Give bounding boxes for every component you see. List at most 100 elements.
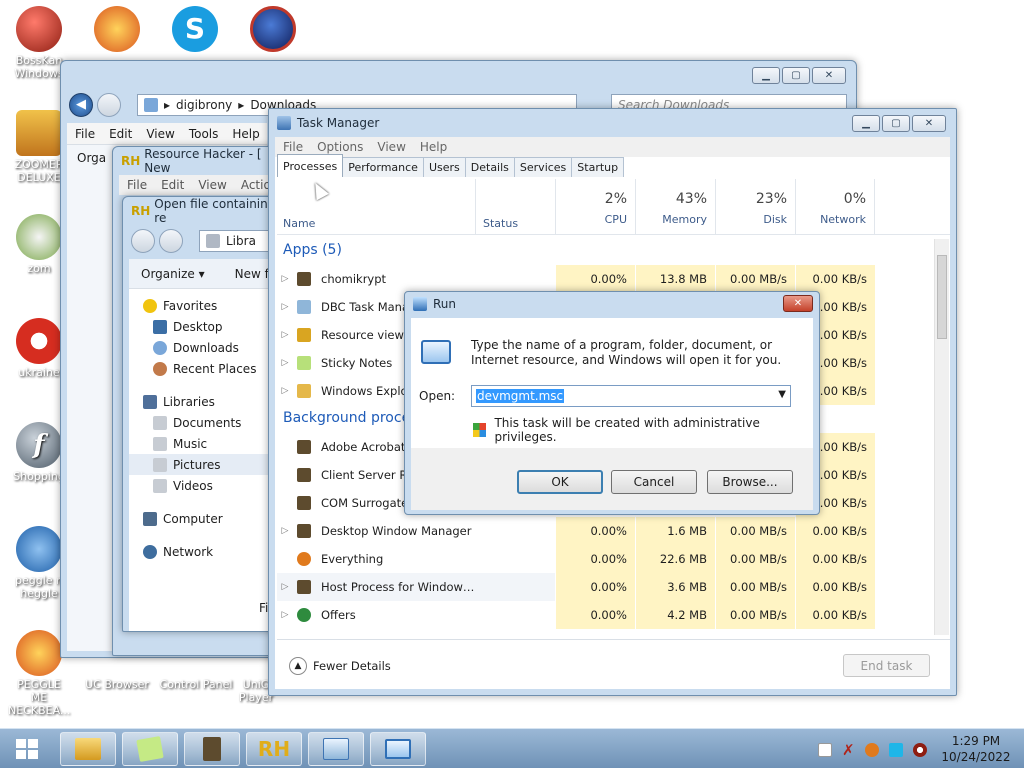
expand-arrow-icon[interactable]: ▷	[277, 582, 293, 592]
start-button[interactable]	[8, 735, 46, 763]
taskbar-app[interactable]	[184, 732, 240, 766]
run-caption-buttons: ✕	[783, 295, 813, 312]
tray-flag-icon[interactable]: ✗	[842, 741, 855, 759]
desktop-icon-control-panel[interactable]: Control Panel	[158, 678, 234, 691]
tab-users[interactable]: Users	[422, 157, 466, 177]
column-name[interactable]: Name	[283, 217, 315, 230]
menu-edit[interactable]: Edit	[109, 127, 132, 141]
dropdown-arrow-icon[interactable]: ▼	[778, 389, 786, 400]
minimize-button[interactable]: ▁	[752, 67, 780, 84]
run-titlebar[interactable]: Run	[405, 292, 819, 316]
tab-processes[interactable]: Processes	[277, 154, 344, 177]
table-row[interactable]: ▷ Desktop Window Manager 0.00% 1.6 MB 0.…	[277, 517, 875, 545]
tm-menu-options[interactable]: Options	[317, 140, 363, 154]
column-divider	[475, 179, 476, 235]
maximize-button[interactable]: ▢	[882, 115, 910, 132]
forward-arrow-icon[interactable]	[97, 93, 121, 117]
tray-search-icon[interactable]	[864, 743, 879, 757]
nav-documents[interactable]: Documents	[143, 412, 283, 433]
tm-menu-view[interactable]: View	[377, 140, 405, 154]
expand-arrow-icon[interactable]: ▷	[277, 526, 293, 536]
folder-icon	[144, 98, 158, 112]
tm-menu-help[interactable]: Help	[420, 140, 447, 154]
tray-network-icon[interactable]	[888, 743, 903, 757]
breadcrumb-libraries[interactable]: Libra	[226, 234, 256, 248]
nav-libraries[interactable]: Libraries	[143, 391, 283, 412]
organize-button[interactable]: Organize ▾	[141, 267, 205, 281]
tab-startup[interactable]: Startup	[571, 157, 625, 177]
minimize-button[interactable]: ▁	[852, 115, 880, 132]
expand-arrow-icon[interactable]: ▷	[277, 274, 293, 284]
desktop-icon-uc-browser[interactable]: UC Browser	[84, 678, 150, 691]
expand-arrow-icon[interactable]: ▷	[277, 358, 293, 368]
resource-hacker-titlebar[interactable]: RH Resource Hacker - [ New	[113, 147, 281, 175]
column-status[interactable]: Status	[483, 217, 518, 230]
tab-details[interactable]: Details	[464, 157, 515, 177]
app-icon	[297, 440, 311, 454]
back-arrow-icon[interactable]	[131, 229, 155, 253]
desktop-icon-globe[interactable]	[242, 6, 304, 54]
scrollbar-thumb[interactable]	[937, 255, 947, 339]
nav-network[interactable]: Network	[143, 541, 283, 562]
end-task-button[interactable]: End task	[843, 654, 930, 677]
flash-icon: f	[16, 422, 62, 468]
nav-downloads[interactable]: Downloads	[143, 337, 283, 358]
fewer-details-button[interactable]: ▲ Fewer Details	[289, 657, 391, 675]
column-disk[interactable]: 23% Disk	[715, 179, 795, 235]
taskbar-task-manager[interactable]	[308, 732, 364, 766]
nav-music[interactable]: Music	[143, 433, 283, 454]
browse-button[interactable]: Browse...	[707, 470, 793, 494]
expand-arrow-icon[interactable]: ▷	[277, 610, 293, 620]
taskbar-sticky-notes[interactable]	[122, 732, 178, 766]
close-button[interactable]: ✕	[812, 67, 846, 84]
column-cpu[interactable]: 2% CPU	[555, 179, 635, 235]
table-row[interactable]: ▷ Host Process for Window… 0.00% 3.6 MB …	[277, 573, 875, 601]
desktop-icon-peggle[interactable]	[86, 6, 148, 54]
menu-tools[interactable]: Tools	[189, 127, 219, 141]
table-row[interactable]: ▷ chomikrypt 0.00% 13.8 MB 0.00 MB/s 0.0…	[277, 265, 875, 293]
tray-window-icon[interactable]	[818, 743, 832, 757]
vertical-scrollbar[interactable]	[934, 239, 949, 635]
maximize-button[interactable]: ▢	[782, 67, 810, 84]
rh-menu-edit[interactable]: Edit	[161, 178, 184, 192]
back-arrow-icon[interactable]: ◀	[69, 93, 93, 117]
tray-speaker-icon[interactable]	[912, 743, 927, 757]
nav-videos[interactable]: Videos	[143, 475, 283, 496]
tm-menu-file[interactable]: File	[283, 140, 303, 154]
menu-view[interactable]: View	[146, 127, 174, 141]
rh-menu-file[interactable]: File	[127, 178, 147, 192]
close-button[interactable]: ✕	[912, 115, 946, 132]
resource-hacker-icon: RH	[121, 154, 141, 168]
menu-file[interactable]: File	[75, 127, 95, 141]
nav-recent-places[interactable]: Recent Places	[143, 358, 283, 379]
nav-desktop[interactable]: Desktop	[143, 316, 283, 337]
open-label: Open:	[419, 389, 456, 403]
table-row[interactable]: ▷ Offers 0.00% 4.2 MB 0.00 MB/s 0.00 KB/…	[277, 601, 875, 629]
run-command-input[interactable]: devmgmt.msc ▼	[471, 385, 791, 407]
rh-menu-view[interactable]: View	[198, 178, 226, 192]
close-button[interactable]: ✕	[783, 295, 813, 312]
column-network[interactable]: 0% Network	[795, 179, 875, 235]
tab-performance[interactable]: Performance	[342, 157, 424, 177]
desktop-icon-skype[interactable]: S	[164, 6, 226, 54]
column-memory[interactable]: 43% Memory	[635, 179, 715, 235]
taskbar-resource-hacker[interactable]: RH	[246, 732, 302, 766]
cancel-button[interactable]: Cancel	[611, 470, 697, 494]
taskbar-clock[interactable]: 1:29 PM 10/24/2022	[940, 733, 1012, 765]
taskbar-explorer[interactable]	[60, 732, 116, 766]
open-file-titlebar[interactable]: RH Open file containing re	[123, 197, 281, 225]
expand-arrow-icon[interactable]: ▷	[277, 302, 293, 312]
menu-help[interactable]: Help	[232, 127, 259, 141]
nav-computer[interactable]: Computer	[143, 508, 283, 529]
table-row[interactable]: Everything 0.00% 22.6 MB 0.00 MB/s 0.00 …	[277, 545, 875, 573]
nav-favorites[interactable]: Favorites	[143, 295, 283, 316]
expand-arrow-icon[interactable]: ▷	[277, 386, 293, 396]
taskbar-run[interactable]	[370, 732, 426, 766]
new-folder-button[interactable]: New f	[235, 267, 269, 281]
tab-services[interactable]: Services	[513, 157, 573, 177]
breadcrumb-user[interactable]: digibrony	[176, 98, 232, 112]
ok-button[interactable]: OK	[517, 470, 603, 494]
forward-arrow-icon[interactable]	[159, 229, 183, 253]
expand-arrow-icon[interactable]: ▷	[277, 330, 293, 340]
nav-pictures[interactable]: Pictures	[129, 454, 283, 475]
